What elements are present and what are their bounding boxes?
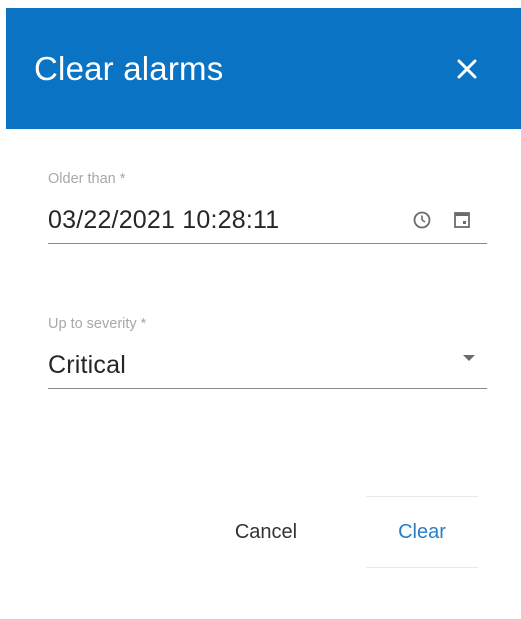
severity-field[interactable]: Up to severity * Critical bbox=[48, 314, 487, 389]
severity-value[interactable]: Critical bbox=[48, 351, 126, 380]
close-icon bbox=[457, 59, 477, 78]
clear-alarms-dialog: Clear alarms Older than * 03/22/2021 10:… bbox=[6, 8, 521, 619]
older-than-row[interactable]: 03/22/2021 10:28:11 bbox=[48, 197, 487, 243]
dialog-body: Older than * 03/22/2021 10:28:11 Up to s… bbox=[6, 129, 521, 389]
caret-down-icon[interactable] bbox=[463, 355, 475, 361]
dialog-title: Clear alarms bbox=[34, 49, 224, 87]
severity-label: Up to severity * bbox=[48, 316, 147, 332]
older-than-label: Older than * bbox=[48, 171, 126, 187]
page: Clear alarms Older than * 03/22/2021 10:… bbox=[0, 0, 521, 619]
severity-select[interactable]: Critical bbox=[48, 342, 487, 388]
cancel-button[interactable]: Cancel bbox=[216, 496, 316, 568]
dialog-actions: Cancel Clear bbox=[6, 496, 521, 568]
older-than-icons bbox=[411, 209, 473, 231]
clock-icon[interactable] bbox=[411, 209, 433, 231]
close-button[interactable] bbox=[451, 53, 483, 85]
calendar-icon[interactable] bbox=[451, 209, 473, 231]
older-than-field[interactable]: Older than * 03/22/2021 10:28:11 bbox=[48, 169, 487, 244]
older-than-value[interactable]: 03/22/2021 10:28:11 bbox=[48, 206, 279, 235]
clear-button[interactable]: Clear bbox=[366, 496, 478, 568]
dialog-header: Clear alarms bbox=[6, 8, 521, 129]
